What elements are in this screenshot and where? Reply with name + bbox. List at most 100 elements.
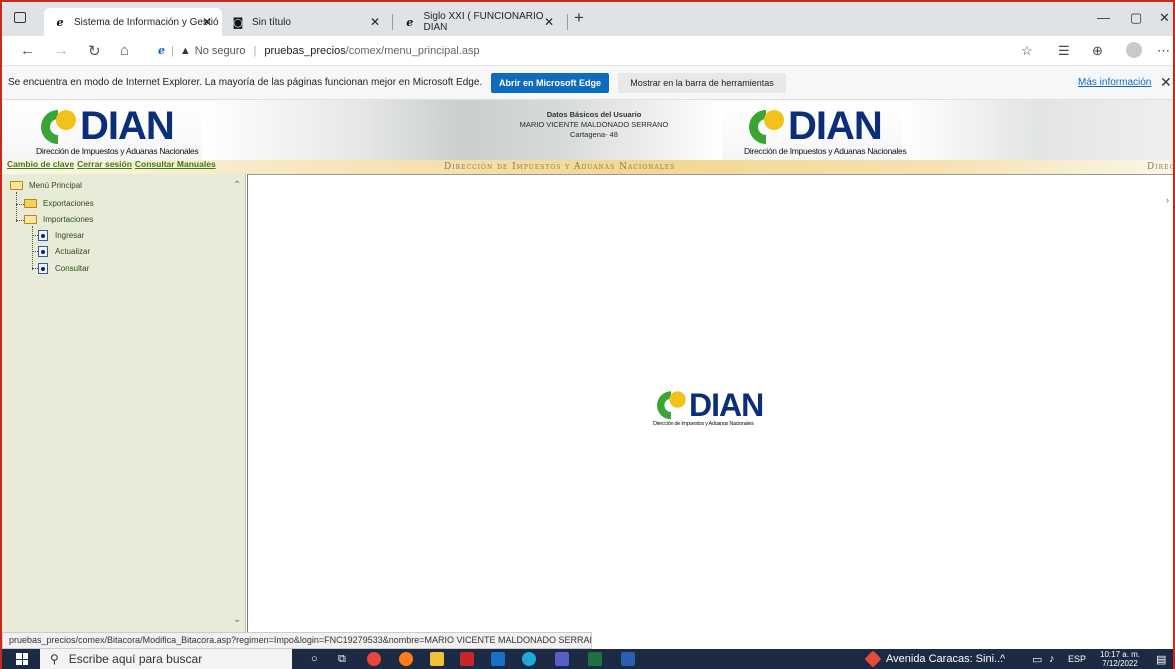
weather-icon[interactable]: [864, 650, 882, 668]
chrome-icon[interactable]: [367, 652, 381, 666]
manuals-link[interactable]: Consultar Manuales: [135, 159, 216, 169]
tab-sin-titulo[interactable]: ◙ Sin título ✕: [222, 8, 390, 36]
dian-logo: DIAN Dirección de Impuestos y Aduanas Na…: [34, 106, 199, 156]
url-host: pruebas_precios: [264, 44, 346, 57]
tab-title: Sistema de Información y Gestió: [74, 16, 219, 28]
favorites-list-icon[interactable]: ☰: [1058, 43, 1070, 59]
edge-icon[interactable]: [522, 652, 536, 666]
dian-logo-subtitle: Dirección de Impuestos y Aduanas Naciona…: [744, 146, 907, 156]
taskbar-clock[interactable]: 10:17 a. m. 7/12/2022: [1100, 650, 1140, 668]
tab-actions-icon[interactable]: [14, 12, 26, 23]
word-icon[interactable]: [621, 652, 635, 666]
tree-line: [16, 220, 24, 221]
menu-tree-frame: Menú Principal Exportaciones Importacion…: [2, 174, 246, 632]
close-tab-icon[interactable]: ✕: [370, 15, 380, 29]
close-infobar-icon[interactable]: ✕: [1160, 74, 1172, 91]
tree-root[interactable]: Menú Principal: [10, 181, 82, 190]
ie-mode-icon[interactable]: e: [158, 44, 165, 57]
document-icon: [38, 263, 48, 274]
refresh-icon[interactable]: ↻: [88, 42, 101, 60]
cortana-icon[interactable]: ○: [311, 653, 318, 665]
close-tab-icon[interactable]: ✕: [544, 15, 554, 29]
tab-sistema-informacion[interactable]: e Sistema de Información y Gestió ✕: [44, 8, 222, 36]
dian-logo-mark-icon: [749, 110, 784, 144]
scroll-down-icon[interactable]: ⌄: [233, 614, 241, 625]
dian-logo-subtitle: Dirección de Impuestos y Aduanas Naciona…: [36, 146, 199, 156]
more-info-link[interactable]: Más información: [1078, 77, 1151, 88]
close-tab-icon[interactable]: ✕: [202, 15, 212, 29]
forward-icon[interactable]: →: [54, 42, 69, 59]
close-window-icon[interactable]: ✕: [1159, 10, 1170, 26]
url-path: /comex/menu_principal.asp: [345, 44, 480, 57]
right-scroll-arrow-icon[interactable]: ›: [1166, 195, 1169, 205]
language-indicator[interactable]: ESP: [1068, 654, 1086, 664]
tree-item-exportaciones[interactable]: Exportaciones: [24, 199, 94, 208]
task-view-icon[interactable]: ⧉: [338, 653, 346, 666]
open-folder-icon: [24, 215, 37, 224]
banner-photo: [902, 100, 1173, 160]
open-folder-icon: [10, 181, 23, 190]
collections-icon[interactable]: ⊕: [1092, 43, 1103, 59]
show-hidden-icons-icon[interactable]: ^: [1000, 653, 1005, 665]
pdf-reader-icon[interactable]: [460, 652, 474, 666]
notifications-icon[interactable]: ▤: [1156, 653, 1166, 666]
back-icon[interactable]: ←: [20, 42, 35, 59]
document-icon: [38, 246, 48, 257]
ie-mode-infobar: Se encuentra en modo de Internet Explore…: [2, 66, 1173, 100]
page-icon: ◙: [232, 15, 244, 29]
show-in-toolbar-button[interactable]: Mostrar en la barra de herramientas: [618, 73, 786, 93]
dian-logo-subtitle: Dirección de Impuestos y Aduanas Naciona…: [653, 421, 754, 427]
windows-taskbar: ⚲ Escribe aquí para buscar ○ ⧉ Avenida C…: [2, 649, 1173, 669]
teams-icon[interactable]: [555, 652, 569, 666]
header-links: Cambio de clave Cerrar sesión Consultar Ma…: [7, 159, 219, 169]
security-label[interactable]: No seguro: [195, 45, 246, 57]
more-menu-icon[interactable]: ⋯: [1157, 43, 1170, 59]
status-bar-url: pruebas_precios/comex/Bitacora/Modifica_…: [2, 632, 592, 649]
restore-icon[interactable]: ▢: [1130, 10, 1142, 26]
tree-item-importaciones[interactable]: Importaciones: [24, 215, 93, 224]
profile-avatar[interactable]: [1126, 42, 1142, 58]
windows-start-icon[interactable]: [16, 653, 28, 665]
tab-separator: [392, 14, 393, 30]
home-icon[interactable]: ⌂: [120, 42, 129, 59]
outlook-icon[interactable]: [491, 652, 505, 666]
minimize-icon[interactable]: —: [1097, 10, 1110, 25]
tree-item-ingresar[interactable]: Ingresar: [38, 230, 84, 241]
dian-logo-mark-icon: [41, 110, 76, 144]
favorite-star-icon[interactable]: ☆: [1021, 43, 1033, 59]
user-city: Cartagena- 48: [570, 130, 618, 139]
tree-root-label: Menú Principal: [29, 181, 82, 190]
url-field[interactable]: e | ▲ No seguro | pruebas_precios/comex/…: [158, 44, 480, 57]
tree-line: [16, 192, 17, 222]
weather-text[interactable]: Avenida Caracas: Sini...: [886, 653, 1003, 665]
new-tab-button[interactable]: +: [574, 8, 584, 28]
tree-item-consultar[interactable]: Consultar: [38, 263, 89, 274]
tab-siglo-xxi[interactable]: e Siglo XXI ( FUNCIONARIO DIAN ✕: [394, 8, 564, 36]
dian-center-logo: DIAN Dirección de Impuestos y Aduanas Na…: [651, 386, 764, 428]
scroll-up-icon[interactable]: ⌃: [233, 180, 241, 191]
excel-icon[interactable]: [588, 652, 602, 666]
tab-title: Sin título: [252, 16, 291, 28]
tree-item-label: Exportaciones: [43, 199, 94, 208]
tab-title: Siglo XXI ( FUNCIONARIO DIAN: [423, 11, 544, 33]
user-name: MARIO VICENTE MALDONADO SERRANO: [519, 120, 669, 129]
firefox-icon[interactable]: [399, 652, 413, 666]
logout-link[interactable]: Cerrar sesión: [77, 159, 132, 169]
open-in-edge-button[interactable]: Abrir en Microsoft Edge: [491, 73, 609, 93]
network-icon[interactable]: ▭: [1032, 653, 1042, 666]
tree-line: [32, 226, 33, 270]
dian-logo-word: DIAN: [689, 386, 764, 423]
dian-banner: DIAN Dirección de Impuestos y Aduanas Na…: [2, 100, 1173, 174]
search-icon: ⚲: [50, 652, 59, 666]
tree-scrollbar[interactable]: ⌃ ⌄: [231, 174, 245, 632]
taskbar-search[interactable]: ⚲ Escribe aquí para buscar: [40, 649, 292, 669]
file-explorer-icon[interactable]: [430, 652, 444, 666]
volume-icon[interactable]: ♪: [1049, 653, 1055, 665]
dian-logo-word: DIAN: [788, 104, 883, 148]
change-password-link[interactable]: Cambio de clave: [7, 159, 74, 169]
ie-mode-message: Se encuentra en modo de Internet Explore…: [8, 77, 483, 88]
user-info-title: Datos Básicos del Usuario: [546, 110, 642, 119]
tree-item-label: Consultar: [55, 264, 90, 273]
tree-item-actualizar[interactable]: Actualizar: [38, 246, 90, 257]
browser-tab-bar: e Sistema de Información y Gestió ✕ ◙ Si…: [2, 2, 1173, 36]
